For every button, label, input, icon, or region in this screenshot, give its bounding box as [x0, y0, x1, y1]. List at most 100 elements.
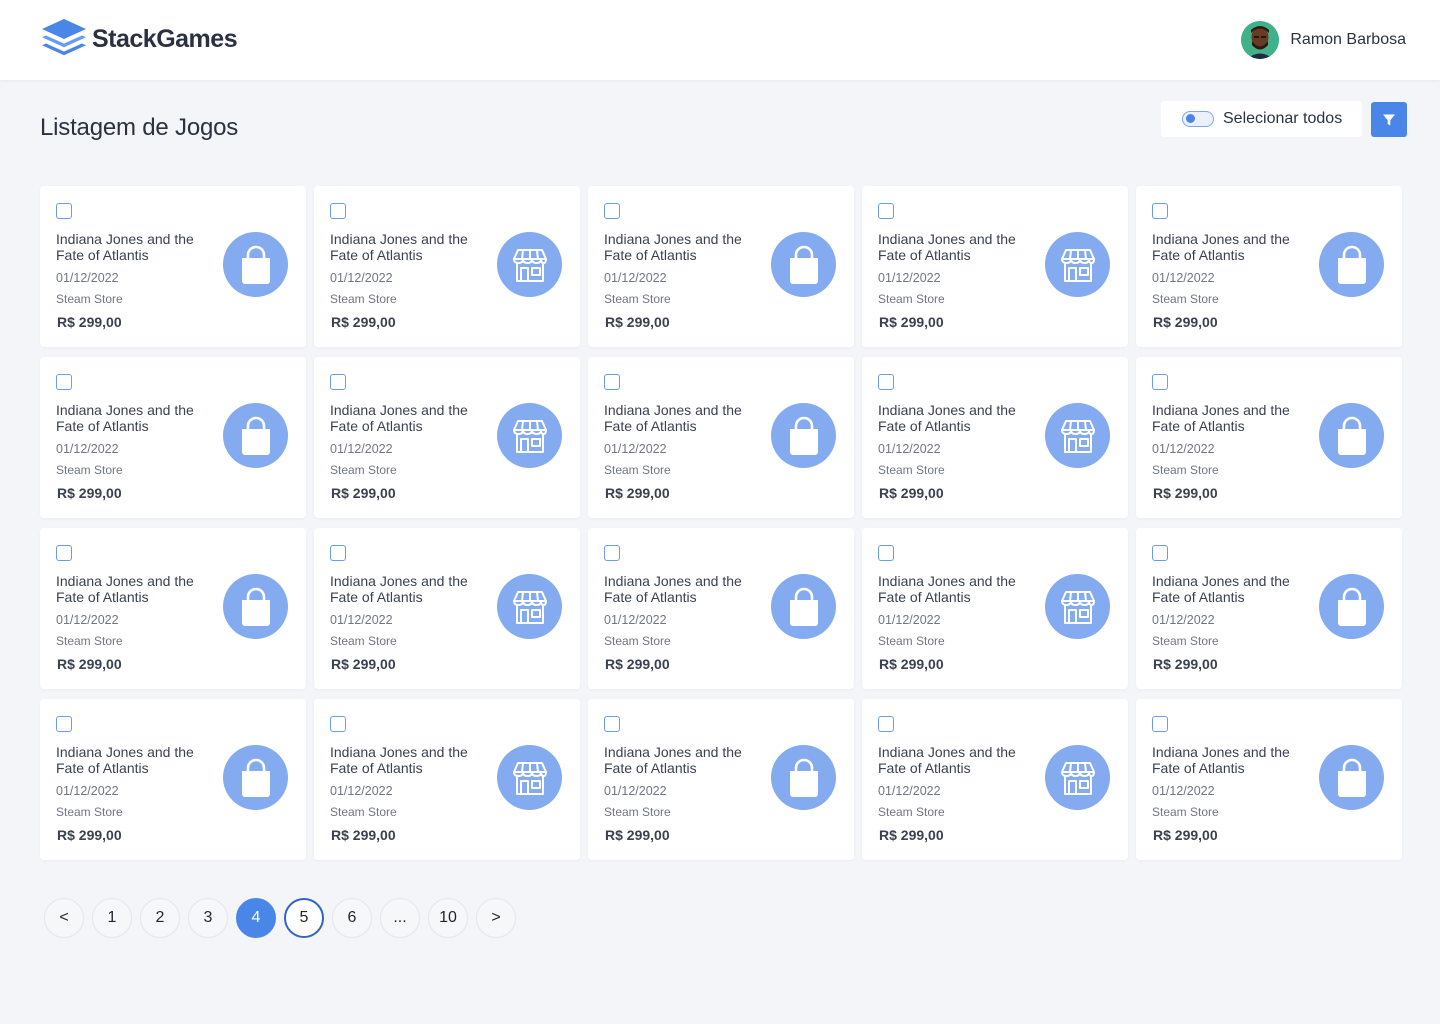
game-card[interactable]: Indiana Jones and the Fate of Atlantis 0…	[1136, 186, 1402, 347]
game-card[interactable]: Indiana Jones and the Fate of Atlantis 0…	[862, 699, 1128, 860]
next-page-button[interactable]: >	[476, 898, 516, 938]
store-button[interactable]	[1045, 745, 1110, 810]
page-button[interactable]: 3	[188, 898, 228, 938]
game-price: R$ 299,00	[1153, 656, 1218, 672]
game-store: Steam Store	[1152, 292, 1219, 306]
game-card[interactable]: Indiana Jones and the Fate of Atlantis 0…	[40, 528, 306, 689]
game-card[interactable]: Indiana Jones and the Fate of Atlantis 0…	[1136, 357, 1402, 518]
toggle-switch[interactable]	[1182, 111, 1214, 127]
select-checkbox[interactable]	[878, 716, 894, 732]
game-date: 01/12/2022	[878, 271, 941, 285]
game-card[interactable]: Indiana Jones and the Fate of Atlantis 0…	[1136, 699, 1402, 860]
filter-icon	[1383, 114, 1395, 125]
cart-button[interactable]	[1319, 574, 1384, 639]
cart-button[interactable]	[223, 574, 288, 639]
game-card[interactable]: Indiana Jones and the Fate of Atlantis 0…	[314, 699, 580, 860]
store-button[interactable]	[497, 574, 562, 639]
cart-button[interactable]	[1319, 745, 1384, 810]
cart-button[interactable]	[223, 403, 288, 468]
select-checkbox[interactable]	[330, 545, 346, 561]
logo[interactable]: StackGames	[40, 17, 238, 61]
select-checkbox[interactable]	[1152, 374, 1168, 390]
shopping-bag-icon	[789, 758, 818, 797]
page-button[interactable]: 1	[92, 898, 132, 938]
game-price: R$ 299,00	[605, 827, 670, 843]
game-price: R$ 299,00	[57, 314, 122, 330]
storefront-icon	[1060, 419, 1095, 453]
select-checkbox[interactable]	[56, 203, 72, 219]
game-price: R$ 299,00	[879, 656, 944, 672]
game-store: Steam Store	[604, 292, 671, 306]
cart-button[interactable]	[223, 745, 288, 810]
user-avatar-icon	[1241, 21, 1280, 59]
select-checkbox[interactable]	[604, 545, 620, 561]
select-checkbox[interactable]	[1152, 716, 1168, 732]
select-checkbox[interactable]	[330, 374, 346, 390]
select-checkbox[interactable]	[604, 716, 620, 732]
game-card[interactable]: Indiana Jones and the Fate of Atlantis 0…	[40, 186, 306, 347]
game-card[interactable]: Indiana Jones and the Fate of Atlantis 0…	[862, 528, 1128, 689]
select-checkbox[interactable]	[878, 203, 894, 219]
select-checkbox[interactable]	[878, 545, 894, 561]
select-checkbox[interactable]	[878, 374, 894, 390]
game-card[interactable]: Indiana Jones and the Fate of Atlantis 0…	[862, 186, 1128, 347]
select-checkbox[interactable]	[604, 374, 620, 390]
cart-button[interactable]	[223, 232, 288, 297]
page-button[interactable]: 10	[428, 898, 468, 938]
game-card[interactable]: Indiana Jones and the Fate of Atlantis 0…	[314, 357, 580, 518]
game-card[interactable]: Indiana Jones and the Fate of Atlantis 0…	[588, 699, 854, 860]
game-store: Steam Store	[604, 634, 671, 648]
game-price: R$ 299,00	[879, 827, 944, 843]
game-title: Indiana Jones and the Fate of Atlantis	[878, 402, 1016, 434]
page-ellipsis[interactable]: ...	[380, 898, 420, 938]
game-title: Indiana Jones and the Fate of Atlantis	[330, 402, 468, 434]
select-all-toggle[interactable]: Selecionar todos	[1161, 101, 1362, 137]
cart-button[interactable]	[771, 403, 836, 468]
cart-button[interactable]	[771, 574, 836, 639]
select-checkbox[interactable]	[56, 716, 72, 732]
game-title: Indiana Jones and the Fate of Atlantis	[330, 573, 468, 605]
store-button[interactable]	[1045, 574, 1110, 639]
select-checkbox[interactable]	[56, 374, 72, 390]
game-card[interactable]: Indiana Jones and the Fate of Atlantis 0…	[588, 186, 854, 347]
game-card[interactable]: Indiana Jones and the Fate of Atlantis 0…	[40, 699, 306, 860]
cart-button[interactable]	[771, 745, 836, 810]
current-page-button[interactable]: 4	[236, 898, 276, 938]
game-card[interactable]: Indiana Jones and the Fate of Atlantis 0…	[862, 357, 1128, 518]
game-date: 01/12/2022	[604, 784, 667, 798]
select-checkbox[interactable]	[330, 716, 346, 732]
filter-button[interactable]	[1371, 102, 1407, 137]
select-checkbox[interactable]	[56, 545, 72, 561]
select-checkbox[interactable]	[1152, 545, 1168, 561]
select-checkbox[interactable]	[604, 203, 620, 219]
cart-button[interactable]	[771, 232, 836, 297]
game-title: Indiana Jones and the Fate of Atlantis	[330, 231, 468, 263]
page-button[interactable]: 2	[140, 898, 180, 938]
game-card[interactable]: Indiana Jones and the Fate of Atlantis 0…	[588, 528, 854, 689]
store-button[interactable]	[497, 403, 562, 468]
prev-page-button[interactable]: <	[44, 898, 84, 938]
select-checkbox[interactable]	[1152, 203, 1168, 219]
user-name[interactable]: Ramon Barbosa	[1290, 31, 1406, 49]
shopping-bag-icon	[241, 587, 270, 626]
game-card[interactable]: Indiana Jones and the Fate of Atlantis 0…	[314, 186, 580, 347]
cart-button[interactable]	[1319, 232, 1384, 297]
game-title: Indiana Jones and the Fate of Atlantis	[878, 573, 1016, 605]
store-button[interactable]	[1045, 403, 1110, 468]
game-card[interactable]: Indiana Jones and the Fate of Atlantis 0…	[588, 357, 854, 518]
store-button[interactable]	[497, 232, 562, 297]
game-price: R$ 299,00	[331, 656, 396, 672]
page-button[interactable]: 6	[332, 898, 372, 938]
select-checkbox[interactable]	[330, 203, 346, 219]
user-menu[interactable]: Ramon Barbosa	[1241, 21, 1406, 59]
store-button[interactable]	[497, 745, 562, 810]
page-button[interactable]: 5	[284, 898, 324, 938]
avatar[interactable]	[1241, 21, 1280, 59]
shopping-bag-icon	[789, 587, 818, 626]
store-button[interactable]	[1045, 232, 1110, 297]
game-date: 01/12/2022	[1152, 442, 1215, 456]
game-card[interactable]: Indiana Jones and the Fate of Atlantis 0…	[40, 357, 306, 518]
game-card[interactable]: Indiana Jones and the Fate of Atlantis 0…	[314, 528, 580, 689]
cart-button[interactable]	[1319, 403, 1384, 468]
game-card[interactable]: Indiana Jones and the Fate of Atlantis 0…	[1136, 528, 1402, 689]
